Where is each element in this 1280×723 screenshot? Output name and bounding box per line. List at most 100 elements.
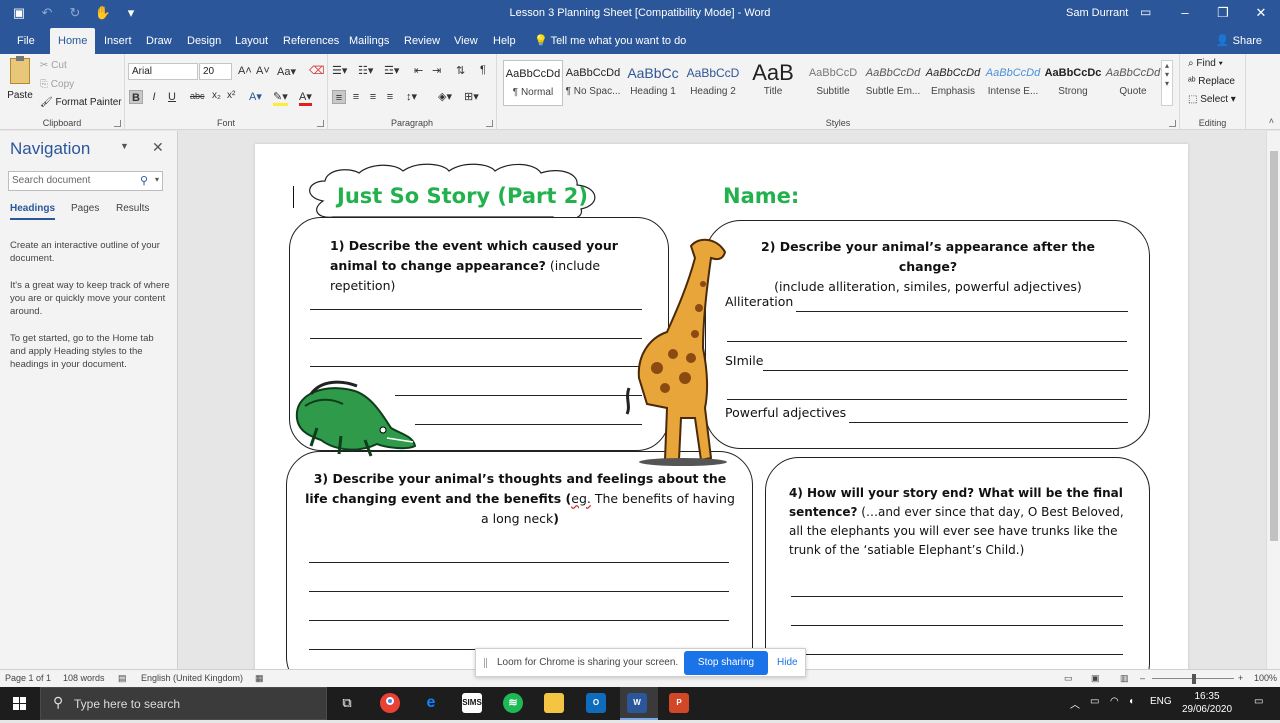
- font-launcher-icon[interactable]: [317, 120, 324, 127]
- shading-icon[interactable]: ◈▾: [438, 90, 452, 103]
- align-left-button[interactable]: ≡: [332, 90, 346, 104]
- navigation-options-icon[interactable]: ▼: [120, 141, 129, 151]
- highlight-icon[interactable]: ✎▾: [273, 90, 288, 106]
- copy-button[interactable]: ⎘ Copy: [40, 79, 74, 90]
- tab-insert[interactable]: Insert: [96, 28, 140, 54]
- replace-button[interactable]: ᵃᵇ Replace: [1188, 76, 1235, 87]
- strikethrough-button[interactable]: abc: [190, 91, 205, 101]
- zoom-slider-thumb[interactable]: [1192, 674, 1196, 684]
- file-explorer-icon[interactable]: [544, 693, 564, 713]
- paste-button[interactable]: Paste: [6, 56, 34, 101]
- tab-view[interactable]: View: [446, 28, 486, 54]
- macro-icon[interactable]: ▦: [255, 673, 264, 684]
- find-button[interactable]: ⌕ Find ▾: [1188, 58, 1223, 69]
- style-heading-2[interactable]: AaBbCcD Heading 2: [683, 60, 743, 106]
- change-case-icon[interactable]: Aa▾: [277, 65, 296, 78]
- tell-me-box[interactable]: 💡 Tell me what you want to do: [526, 28, 694, 54]
- document-page[interactable]: Just So Story (Part 2) Name: 1) Describe…: [255, 144, 1188, 669]
- task-view-icon[interactable]: ⧉: [337, 693, 357, 713]
- print-layout-icon[interactable]: ▣: [1091, 673, 1100, 684]
- style-normal[interactable]: AaBbCcDd ¶ Normal: [503, 60, 563, 106]
- read-mode-icon[interactable]: ▭: [1064, 673, 1073, 684]
- style-subtle-emphasis[interactable]: AaBbCcDd Subtle Em...: [863, 60, 923, 106]
- clear-formatting-icon[interactable]: ⌫: [309, 64, 325, 77]
- clock[interactable]: 16:35 29/06/2020: [1181, 690, 1233, 716]
- language-indicator[interactable]: English (United Kingdom): [141, 673, 243, 683]
- tab-headings[interactable]: Headings: [10, 203, 56, 220]
- borders-icon[interactable]: ⊞▾: [464, 90, 479, 103]
- sims-icon[interactable]: SIMS: [462, 693, 482, 713]
- shrink-font-icon[interactable]: A˅: [256, 65, 270, 77]
- page-count[interactable]: Page 1 of 1: [5, 673, 51, 683]
- style-title[interactable]: AaB Title: [743, 60, 803, 106]
- search-document-input[interactable]: Search document ⚲ ▾: [8, 171, 163, 191]
- font-color-icon[interactable]: A▾: [299, 90, 312, 106]
- tab-pages[interactable]: Pages: [71, 203, 99, 214]
- zoom-level[interactable]: 100%: [1254, 673, 1277, 683]
- collapse-ribbon-icon[interactable]: ˄: [1269, 116, 1274, 126]
- edge-icon[interactable]: e: [421, 693, 441, 713]
- multilevel-list-icon[interactable]: ☲▾: [384, 64, 399, 77]
- word-icon[interactable]: W: [627, 693, 647, 713]
- subscript-button[interactable]: x₂: [212, 90, 221, 101]
- tab-draw[interactable]: Draw: [138, 28, 180, 54]
- justify-button[interactable]: ≡: [383, 90, 397, 104]
- spotify-icon[interactable]: ≋: [503, 693, 523, 713]
- bullets-icon[interactable]: ☰▾: [332, 64, 347, 77]
- grow-font-icon[interactable]: A˄: [238, 65, 252, 77]
- minimize-icon[interactable]: –: [1166, 0, 1204, 28]
- tab-home[interactable]: Home: [50, 28, 96, 54]
- bold-button[interactable]: B: [129, 90, 143, 104]
- style-intense-emphasis[interactable]: AaBbCcDd Intense E...: [983, 60, 1043, 106]
- web-layout-icon[interactable]: ▥: [1120, 673, 1129, 684]
- powerpoint-icon[interactable]: P: [669, 693, 689, 713]
- decrease-indent-icon[interactable]: ⇤: [414, 64, 423, 77]
- tab-design[interactable]: Design: [179, 28, 229, 54]
- italic-button[interactable]: I: [147, 90, 161, 104]
- clipboard-launcher-icon[interactable]: [114, 120, 121, 127]
- search-icon[interactable]: ⚲: [140, 174, 148, 187]
- align-center-button[interactable]: ≡: [349, 90, 363, 104]
- align-right-button[interactable]: ≡: [366, 90, 380, 104]
- sort-icon[interactable]: ⇅: [456, 64, 465, 77]
- vertical-scrollbar[interactable]: [1266, 131, 1280, 669]
- font-name-input[interactable]: Arial: [128, 63, 198, 80]
- network-icon[interactable]: ▭: [1090, 696, 1099, 707]
- word-count[interactable]: 108 words: [63, 673, 105, 683]
- volume-icon[interactable]: ◖: [1128, 696, 1134, 707]
- format-painter-button[interactable]: 🖌 Format Painter: [40, 97, 122, 108]
- text-effects-icon[interactable]: A▾: [249, 90, 262, 103]
- style-emphasis[interactable]: AaBbCcDd Emphasis: [923, 60, 983, 106]
- hide-button[interactable]: Hide: [777, 657, 798, 668]
- styles-launcher-icon[interactable]: [1169, 120, 1176, 127]
- chrome-icon[interactable]: [380, 693, 400, 713]
- stop-sharing-button[interactable]: Stop sharing: [684, 651, 768, 675]
- share-button[interactable]: 👤 Share: [1216, 34, 1262, 47]
- line-spacing-icon[interactable]: ↕▾: [406, 90, 417, 103]
- taskbar-search-box[interactable]: ⚲ Type here to search: [40, 687, 327, 720]
- zoom-out-icon[interactable]: –: [1140, 673, 1145, 683]
- tab-layout[interactable]: Layout: [227, 28, 276, 54]
- tray-overflow-icon[interactable]: ︿: [1070, 696, 1080, 711]
- style-heading-1[interactable]: AaBbCc Heading 1: [623, 60, 683, 106]
- outlook-icon[interactable]: O: [586, 693, 606, 713]
- tab-references[interactable]: References: [275, 28, 347, 54]
- tab-mailings[interactable]: Mailings: [341, 28, 397, 54]
- increase-indent-icon[interactable]: ⇥: [432, 64, 441, 77]
- tab-file[interactable]: File: [9, 28, 43, 54]
- numbering-icon[interactable]: ☷▾: [358, 64, 373, 77]
- wifi-icon[interactable]: ◠: [1110, 696, 1119, 707]
- show-marks-icon[interactable]: ¶: [480, 64, 486, 76]
- cut-button[interactable]: ✂ Cut: [40, 60, 67, 71]
- restore-icon[interactable]: ❐: [1204, 0, 1242, 28]
- paragraph-launcher-icon[interactable]: [486, 120, 493, 127]
- tab-review[interactable]: Review: [396, 28, 448, 54]
- superscript-button[interactable]: x²: [227, 90, 235, 101]
- user-name[interactable]: Sam Durrant: [1066, 7, 1128, 19]
- style-strong[interactable]: AaBbCcDc Strong: [1043, 60, 1103, 106]
- tab-help[interactable]: Help: [485, 28, 524, 54]
- proofing-icon[interactable]: ▤: [118, 673, 127, 684]
- styles-more-icon[interactable]: ▴ ▾ ▾: [1161, 60, 1173, 106]
- style-quote[interactable]: AaBbCcDd Quote: [1103, 60, 1163, 106]
- spelling-error-word[interactable]: eg.: [571, 491, 591, 506]
